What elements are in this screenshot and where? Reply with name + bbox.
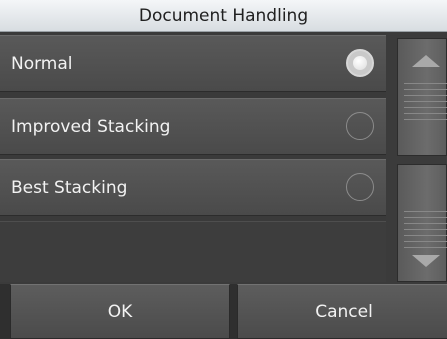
option-label: Improved Stacking	[11, 117, 171, 137]
dialog-title: Document Handling	[138, 5, 309, 26]
scroll-down-button[interactable]	[397, 164, 447, 282]
empty-list-row	[0, 221, 386, 282]
radio-unselected-icon[interactable]	[346, 173, 374, 201]
scroll-up-button[interactable]	[397, 38, 447, 156]
option-improved-stacking[interactable]: Improved Stacking	[0, 98, 386, 155]
grip-lines	[404, 83, 447, 125]
radio-unselected-icon[interactable]	[346, 112, 374, 140]
cancel-button[interactable]: Cancel	[237, 284, 447, 339]
radio-selected-icon[interactable]	[346, 49, 374, 77]
ok-button[interactable]: OK	[10, 284, 230, 339]
document-handling-screen: Document Handling Normal Improved Stacki…	[0, 0, 447, 339]
cancel-label: Cancel	[315, 301, 373, 322]
option-best-stacking[interactable]: Best Stacking	[0, 159, 386, 216]
ok-label: OK	[107, 301, 133, 322]
option-normal[interactable]: Normal	[0, 35, 386, 92]
triangle-down-icon	[412, 255, 440, 267]
option-label: Normal	[11, 54, 73, 74]
grip-lines	[404, 211, 447, 253]
title-bar: Document Handling	[0, 0, 447, 32]
scrollbar[interactable]	[397, 38, 447, 282]
button-bar: OK Cancel	[0, 284, 447, 339]
option-label: Best Stacking	[11, 178, 128, 198]
option-list: Normal Improved Stacking Best Stacking	[0, 32, 386, 282]
triangle-up-icon	[412, 55, 440, 67]
